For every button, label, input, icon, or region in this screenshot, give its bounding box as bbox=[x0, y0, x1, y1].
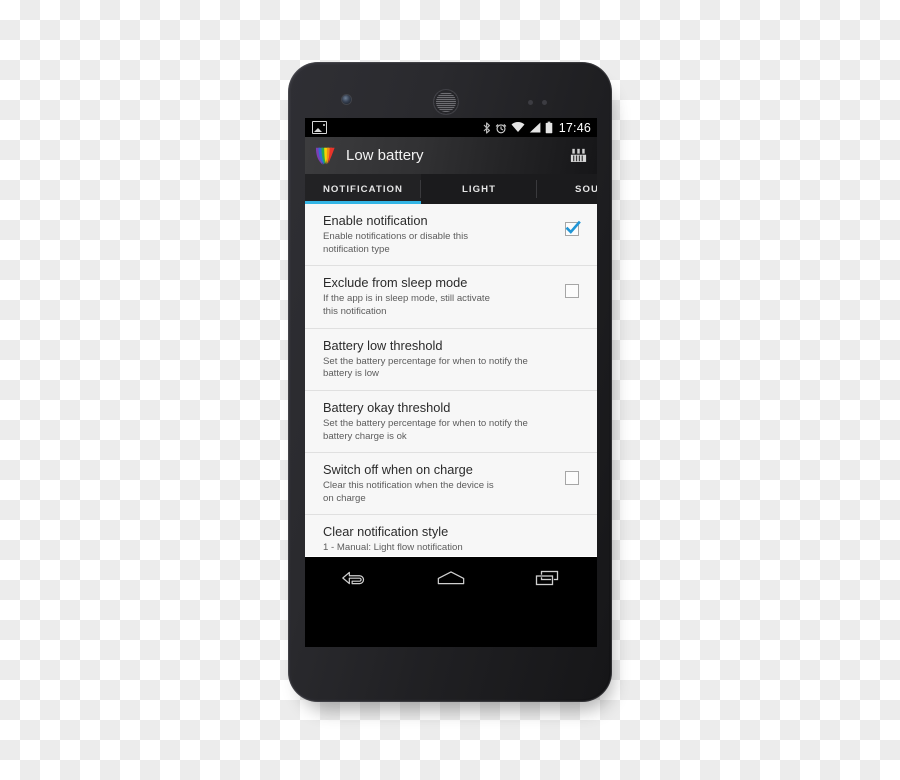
list-item-title: Battery okay threshold bbox=[323, 399, 451, 415]
tab-notification-label: NOTIFICATION bbox=[322, 183, 404, 195]
list-item-subtitle: Set the battery percentage for when to n… bbox=[323, 356, 587, 381]
list-item-control[interactable] bbox=[557, 275, 587, 299]
tab-bar: NOTIFICATION LIGHT SOUND bbox=[305, 174, 597, 204]
phone-screen: 17:46 Low battery NOTIFICATION LIGHT SOU… bbox=[305, 118, 597, 647]
list-item-enable-notification[interactable]: Enable notification Enable notifications… bbox=[305, 204, 597, 267]
list-item-title: Enable notification bbox=[323, 213, 428, 228]
page-title: Low battery bbox=[346, 147, 424, 164]
list-item-subtitle: 1 - Manual: Light flow notification 2 - … bbox=[323, 542, 587, 556]
android-navigation-bar bbox=[305, 556, 597, 599]
subtitle-line: If the app is in sleep mode, still activ… bbox=[323, 293, 490, 305]
subtitle-line: on charge bbox=[323, 492, 366, 504]
list-item-text: Enable notification Enable notifications… bbox=[323, 213, 557, 256]
tab-sound-label: SOUND bbox=[575, 183, 597, 195]
tab-sound[interactable]: SOUND bbox=[537, 174, 597, 204]
status-bar-clock: 17:46 bbox=[558, 120, 591, 135]
tab-light-label: LIGHT bbox=[461, 183, 497, 195]
list-item-text: Exclude from sleep mode If the app is in… bbox=[323, 275, 557, 318]
earpiece-speaker-icon bbox=[434, 90, 458, 114]
checkbox-enable-notification[interactable] bbox=[565, 220, 581, 236]
list-item-text: Battery low threshold Set the battery pe… bbox=[323, 338, 587, 381]
screenshot-image-icon bbox=[312, 121, 327, 134]
list-item-text: Clear notification style 1 - Manual: Lig… bbox=[323, 524, 587, 556]
proximity-sensor-icon bbox=[528, 100, 533, 105]
list-item-exclude-from-sleep-mode[interactable]: Exclude from sleep mode If the app is in… bbox=[305, 266, 597, 329]
list-item-switch-off-when-on-charge[interactable]: Switch off when on charge Clear this not… bbox=[305, 453, 597, 516]
light-sensor-icon bbox=[542, 100, 547, 105]
status-bar: 17:46 bbox=[305, 118, 597, 137]
status-bar-left-icons bbox=[312, 121, 327, 134]
subtitle-line: notification type bbox=[323, 243, 390, 255]
cellular-signal-icon bbox=[529, 122, 541, 133]
tab-light[interactable]: LIGHT bbox=[421, 174, 537, 204]
bluetooth-icon bbox=[483, 121, 490, 134]
subtitle-line: battery charge is ok bbox=[323, 430, 407, 442]
home-button[interactable] bbox=[425, 563, 477, 593]
list-item-title: Clear notification style bbox=[323, 524, 449, 540]
recents-button[interactable] bbox=[522, 563, 574, 593]
list-item-subtitle: Clear this notification when the device … bbox=[323, 480, 557, 505]
equalizer-icon[interactable] bbox=[567, 145, 589, 167]
alarm-clock-icon bbox=[495, 123, 506, 133]
subtitle-line: 2 - Screen: when screen switched on bbox=[323, 555, 587, 556]
subtitle-line: Set the battery percentage for when to n… bbox=[323, 355, 528, 367]
list-item-title: Battery low threshold bbox=[323, 337, 443, 353]
subtitle-line: 1 - Manual: Light flow notification bbox=[323, 542, 463, 554]
list-item-battery-low-threshold[interactable]: Battery low threshold Set the battery pe… bbox=[305, 328, 597, 391]
wifi-icon bbox=[511, 122, 525, 133]
checkbox-exclude-from-sleep-mode[interactable] bbox=[565, 284, 579, 299]
list-item-control[interactable] bbox=[557, 213, 587, 236]
subtitle-line: Set the battery percentage for when to n… bbox=[323, 417, 528, 429]
list-item-control[interactable] bbox=[557, 462, 587, 486]
tab-notification[interactable]: NOTIFICATION bbox=[305, 174, 421, 204]
app-action-bar: Low battery bbox=[305, 137, 597, 174]
list-item-title: Exclude from sleep mode bbox=[323, 275, 468, 291]
subtitle-line: this notification bbox=[323, 305, 387, 317]
list-item-battery-okay-threshold[interactable]: Battery okay threshold Set the battery p… bbox=[305, 390, 597, 454]
phone-mockup: 17:46 Low battery NOTIFICATION LIGHT SOU… bbox=[288, 62, 612, 702]
list-item-text: Switch off when on charge Clear this not… bbox=[323, 462, 557, 505]
subtitle-line: Enable notifications or disable this bbox=[323, 230, 469, 242]
status-bar-right-icons: 17:46 bbox=[483, 121, 591, 135]
battery-icon bbox=[545, 121, 553, 134]
list-item-text: Battery okay threshold Set the battery p… bbox=[323, 400, 587, 443]
list-item-title: Switch off when on charge bbox=[323, 462, 473, 478]
checkbox-switch-off-when-on-charge[interactable] bbox=[565, 471, 579, 486]
active-tab-indicator bbox=[305, 201, 421, 204]
subtitle-line: battery is low bbox=[323, 368, 379, 380]
list-item-subtitle: If the app is in sleep mode, still activ… bbox=[323, 293, 557, 318]
back-button[interactable] bbox=[328, 563, 380, 593]
list-item-clear-notification-style[interactable]: Clear notification style 1 - Manual: Lig… bbox=[305, 515, 597, 556]
list-item-subtitle: Set the battery percentage for when to n… bbox=[323, 418, 587, 443]
list-item-subtitle: Enable notifications or disable this not… bbox=[323, 231, 557, 256]
subtitle-line: Clear this notification when the device … bbox=[323, 480, 494, 492]
settings-list[interactable]: Enable notification Enable notifications… bbox=[305, 204, 597, 556]
rainbow-fan-logo-icon bbox=[315, 147, 335, 165]
front-camera-icon bbox=[342, 95, 351, 104]
